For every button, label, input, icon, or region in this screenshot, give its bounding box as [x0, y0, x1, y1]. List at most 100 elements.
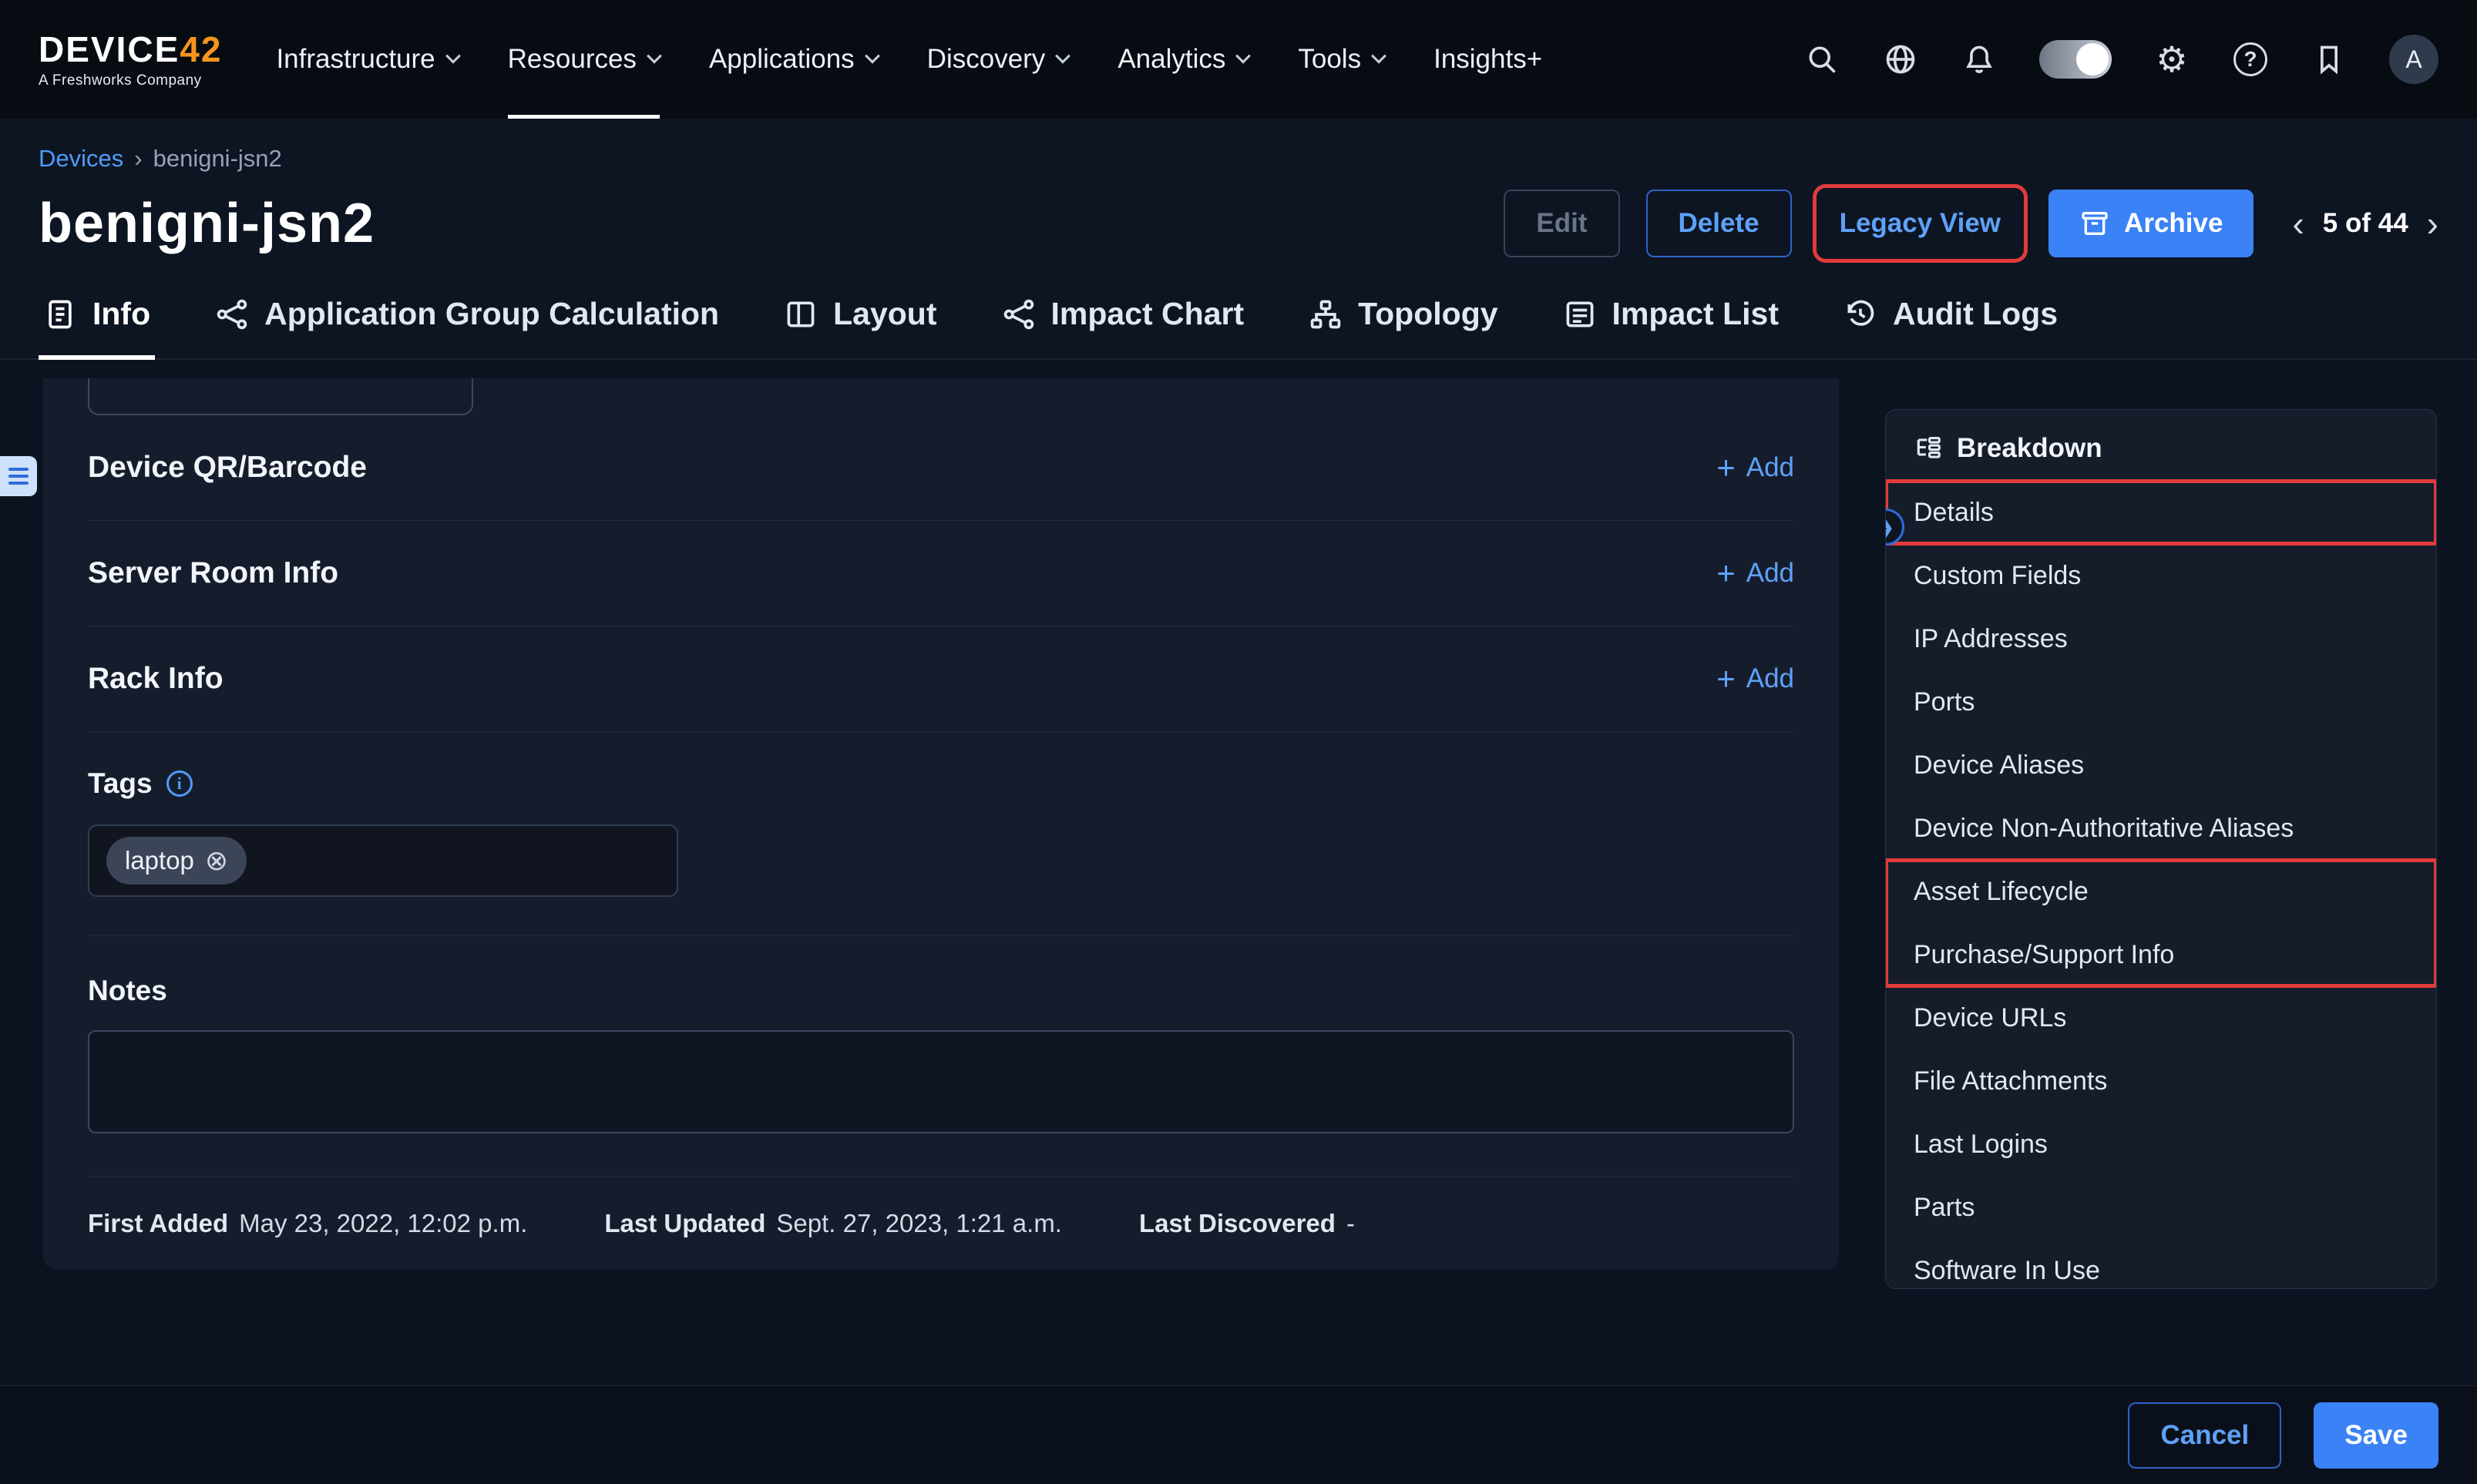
top-navbar: DEVICE42 A Freshworks Company Infrastruc…: [0, 0, 2477, 119]
page-header: Devices › benigni-jsn2 benigni-jsn2 Edit…: [0, 119, 2477, 360]
layout-icon: [784, 297, 818, 331]
chevron-down-icon: [1055, 49, 1070, 64]
breadcrumb: Devices › benigni-jsn2: [39, 145, 2438, 173]
sidebar-item-asset-lifecycle[interactable]: Asset Lifecycle: [1886, 860, 2436, 923]
notifications-bell-icon[interactable]: [1961, 41, 1998, 78]
tab-audit-logs[interactable]: Audit Logs: [1839, 291, 2062, 360]
breadcrumb-separator: ›: [134, 145, 142, 173]
add-rack-info-button[interactable]: +Add: [1716, 663, 1794, 695]
last-updated: Last UpdatedSept. 27, 2023, 1:21 a.m.: [604, 1209, 1062, 1238]
chevron-down-icon: [1371, 49, 1386, 64]
nav-item-infrastructure[interactable]: Infrastructure: [276, 0, 458, 119]
search-icon[interactable]: [1803, 41, 1840, 78]
sidebar-item-device-aliases[interactable]: Device Aliases: [1886, 734, 2436, 797]
tab-impact-list[interactable]: Impact List: [1558, 291, 1783, 360]
section-device-qr-barcode: Device QR/Barcode +Add: [88, 415, 1794, 521]
nav-item-applications[interactable]: Applications: [709, 0, 878, 119]
sidebar-item-custom-fields[interactable]: Custom Fields: [1886, 544, 2436, 607]
section-title: Rack Info: [88, 662, 224, 696]
sidebar-annotated-group: Asset Lifecycle Purchase/Support Info: [1886, 860, 2436, 986]
sidebar-item-software-in-use[interactable]: Software In Use: [1886, 1239, 2436, 1289]
bookmark-icon[interactable]: [2311, 41, 2348, 78]
edit-button[interactable]: Edit: [1504, 190, 1619, 257]
notes-textarea[interactable]: [88, 1030, 1794, 1133]
nav-item-analytics[interactable]: Analytics: [1118, 0, 1249, 119]
sidebar-item-details[interactable]: Details: [1886, 481, 2436, 544]
toggle-knob: [2076, 43, 2109, 76]
plus-icon: +: [1716, 663, 1736, 695]
chevron-down-icon: [445, 49, 461, 64]
chevron-down-icon: [1235, 49, 1251, 64]
page-title: benigni-jsn2: [39, 192, 375, 255]
chip-remove-icon[interactable]: ⊗: [205, 847, 228, 875]
nav-item-insights[interactable]: Insights+: [1433, 0, 1542, 119]
sidebar-item-last-logins[interactable]: Last Logins: [1886, 1113, 2436, 1176]
footer-action-bar: Cancel Save: [0, 1385, 2477, 1484]
device42-logo[interactable]: DEVICE42 A Freshworks Company: [39, 32, 222, 88]
sidebar-item-device-non-authoritative-aliases[interactable]: Device Non-Authoritative Aliases: [1886, 797, 2436, 860]
sidebar-item-ports[interactable]: Ports: [1886, 670, 2436, 734]
chevron-down-icon: [865, 49, 880, 64]
pager-next-icon[interactable]: ›: [2427, 206, 2438, 241]
avatar[interactable]: A: [2389, 35, 2438, 84]
tab-info[interactable]: Info: [39, 291, 155, 360]
section-rack-info: Rack Info +Add: [88, 626, 1794, 732]
main-nav: Infrastructure Resources Applications Di…: [276, 0, 1542, 119]
tags-section: Tags i laptop ⊗: [88, 732, 1794, 936]
section-title: Server Room Info: [88, 556, 338, 590]
tab-impact-chart[interactable]: Impact Chart: [997, 291, 1249, 360]
add-server-room-button[interactable]: +Add: [1716, 557, 1794, 589]
tag-chip[interactable]: laptop ⊗: [106, 837, 247, 885]
list-tree-icon: [1914, 434, 1943, 463]
help-icon[interactable]: ?: [2232, 41, 2269, 78]
record-pager: ‹ 5 of 44 ›: [2292, 206, 2438, 241]
settings-gear-icon[interactable]: ⚙: [2153, 41, 2190, 78]
globe-icon[interactable]: [1882, 41, 1919, 78]
detail-tabs: Info Application Group Calculation Layou…: [0, 291, 2477, 360]
sidebar-item-file-attachments[interactable]: File Attachments: [1886, 1049, 2436, 1113]
archive-icon: [2079, 208, 2110, 239]
theme-toggle[interactable]: [2039, 40, 2112, 79]
history-clock-icon: [1843, 297, 1877, 331]
breakdown-sidebar: ❯ Breakdown Details Custom Fields IP Add…: [1885, 409, 2437, 1289]
sidebar-item-parts[interactable]: Parts: [1886, 1176, 2436, 1239]
notes-section: Notes: [88, 936, 1794, 1137]
sitemap-icon: [1309, 297, 1343, 331]
sidebar-item-purchase-support-info[interactable]: Purchase/Support Info: [1886, 923, 2436, 986]
logo-name: DEVICE: [39, 29, 180, 69]
tags-input[interactable]: laptop ⊗: [88, 824, 678, 897]
cutoff-field[interactable]: [88, 378, 473, 415]
device-info-card: Device QR/Barcode +Add Server Room Info …: [43, 378, 1839, 1269]
add-qr-barcode-button[interactable]: +Add: [1716, 452, 1794, 484]
tags-label: Tags i: [88, 767, 1794, 800]
menu-bars-icon: [8, 475, 29, 478]
sidebar-item-device-urls[interactable]: Device URLs: [1886, 986, 2436, 1049]
notes-label: Notes: [88, 975, 1794, 1007]
tab-application-group-calculation[interactable]: Application Group Calculation: [210, 291, 724, 360]
section-title: Device QR/Barcode: [88, 451, 367, 485]
side-panel-toggle[interactable]: [0, 456, 37, 496]
nav-item-tools[interactable]: Tools: [1298, 0, 1384, 119]
tab-topology[interactable]: Topology: [1304, 291, 1502, 360]
logo-tagline: A Freshworks Company: [39, 73, 222, 88]
logo-accent: 42: [180, 29, 222, 69]
header-actions: Edit Delete Legacy View Archive ‹ 5 of 4…: [1504, 190, 2438, 257]
tab-layout[interactable]: Layout: [779, 291, 941, 360]
nav-item-discovery[interactable]: Discovery: [927, 0, 1069, 119]
record-meta: First AddedMay 23, 2022, 12:02 p.m. Last…: [88, 1176, 1794, 1271]
share-nodes-icon: [215, 297, 249, 331]
info-icon[interactable]: i: [166, 771, 193, 797]
navbar-right-icons: ⚙ ? A: [1803, 35, 2438, 84]
breadcrumb-current: benigni-jsn2: [153, 145, 282, 173]
breadcrumb-devices-link[interactable]: Devices: [39, 145, 123, 173]
legacy-view-button[interactable]: Legacy View: [1818, 190, 2022, 257]
last-discovered: Last Discovered-: [1139, 1209, 1355, 1238]
pager-prev-icon[interactable]: ‹: [2292, 206, 2304, 241]
save-button[interactable]: Save: [2314, 1402, 2438, 1469]
sidebar-item-ip-addresses[interactable]: IP Addresses: [1886, 607, 2436, 670]
nav-item-resources[interactable]: Resources: [508, 0, 660, 119]
delete-button[interactable]: Delete: [1646, 190, 1792, 257]
archive-button[interactable]: Archive: [2048, 190, 2253, 257]
main-content: Device QR/Barcode +Add Server Room Info …: [0, 360, 2477, 1289]
cancel-button[interactable]: Cancel: [2128, 1402, 2281, 1469]
